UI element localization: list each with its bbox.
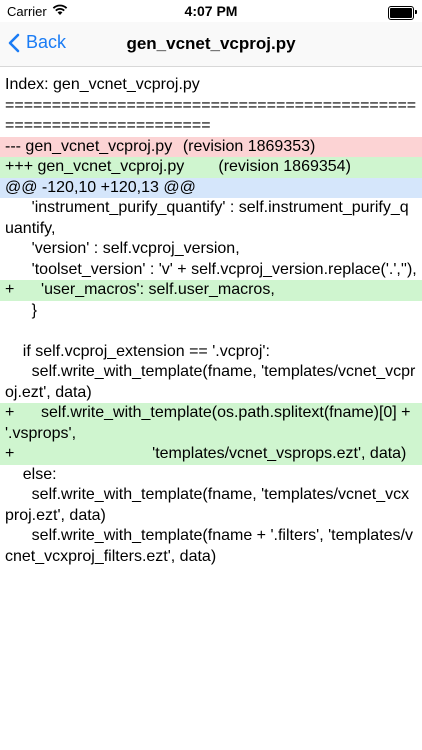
diff-line-added: + 'user_macros': self.user_macros,: [0, 280, 422, 301]
diff-line: ========================================…: [5, 96, 417, 135]
diff-line: if self.vcproj_extension == '.vcproj':: [5, 342, 270, 360]
diff-line-added: +++ gen_vcnet_vcproj.py (revision 186935…: [0, 157, 422, 178]
diff-line: Index: gen_vcnet_vcproj.py: [5, 76, 200, 93]
diff-view[interactable]: Index: gen_vcnet_vcproj.py ==============…: [0, 67, 422, 567]
diff-line: [0, 321, 422, 342]
diff-hunk-header: @@ -120,10 +120,13 @@: [0, 177, 422, 198]
diff-line: self.write_with_template(fname, 'templat…: [5, 363, 416, 401]
diff-line: 'toolset_version' : 'v' + self.vcproj_ve…: [5, 260, 417, 278]
status-bar: Carrier 4:07 PM: [0, 0, 422, 22]
diff-line-added: + 'templates/vcnet_vsprops.ezt', data): [0, 444, 422, 465]
diff-line: self.write_with_template(fname + '.filte…: [5, 527, 413, 565]
navigation-bar: Back gen_vcnet_vcproj.py: [0, 22, 422, 67]
diff-line-removed: --- gen_vcnet_vcproj.py (revision 186935…: [0, 136, 422, 157]
diff-line-added: + self.write_with_template(os.path.split…: [0, 403, 422, 444]
diff-line: 'version' : self.vcproj_version,: [5, 240, 240, 257]
page-title: gen_vcnet_vcproj.py: [126, 34, 296, 53]
battery-icon: [388, 6, 417, 20]
diff-line: 'instrument_purify_quantify' : self.inst…: [5, 199, 409, 237]
status-time: 4:07 PM: [184, 3, 238, 19]
diff-line: }: [5, 301, 38, 319]
diff-line: self.write_with_template(fname, 'templat…: [5, 486, 410, 524]
diff-line: else:: [5, 465, 57, 483]
